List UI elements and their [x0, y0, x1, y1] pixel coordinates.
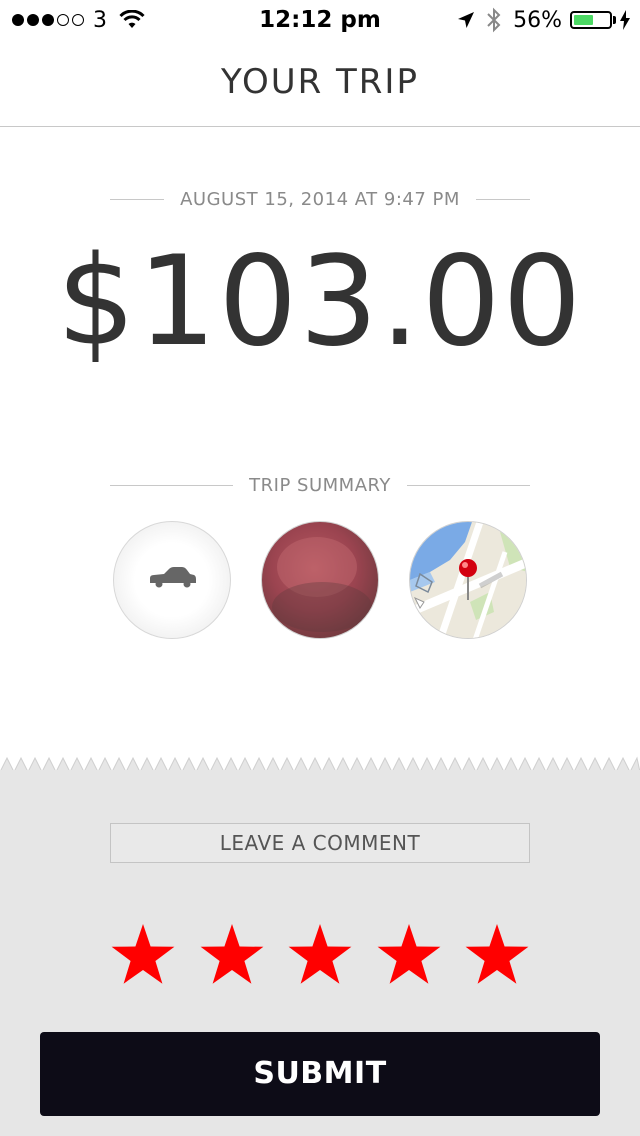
submit-button[interactable]: SUBMIT	[40, 1032, 600, 1116]
receipt-tear-edge	[0, 756, 640, 772]
divider-line	[475, 198, 531, 200]
divider-line	[406, 484, 530, 486]
location-arrow-icon	[458, 12, 475, 28]
star-4-icon[interactable]	[376, 922, 442, 988]
status-right-group: 56%	[457, 6, 630, 34]
star-5-icon[interactable]	[464, 922, 530, 988]
trip-date-row: AUGUST 15, 2014 AT 9:47 PM	[110, 184, 531, 214]
map-pin-icon	[459, 559, 477, 577]
divider-line	[110, 198, 165, 200]
fare-amount: $103.00	[56, 230, 584, 374]
battery-nub	[613, 16, 616, 24]
trip-summary-label: TRIP SUMMARY	[249, 474, 391, 496]
bluetooth-icon	[487, 7, 501, 33]
star-rating[interactable]	[110, 922, 530, 988]
status-bar: 3 12:12 pm 56%	[0, 0, 640, 40]
leave-comment-button[interactable]: LEAVE A COMMENT	[110, 823, 530, 863]
star-2-icon[interactable]	[199, 922, 265, 988]
battery-icon	[570, 11, 612, 29]
route-map-thumbnail	[410, 522, 526, 638]
battery-fill	[574, 15, 594, 25]
trip-summary-row: TRIP SUMMARY	[110, 470, 530, 500]
car-icon	[150, 567, 196, 588]
star-3-icon[interactable]	[287, 922, 353, 988]
star-1-icon[interactable]	[110, 922, 176, 988]
driver-photo	[272, 537, 372, 632]
battery-percent: 56%	[513, 7, 562, 33]
route-map-button[interactable]	[409, 521, 527, 639]
page-title: YOUR TRIP	[221, 62, 419, 102]
driver-photo-button[interactable]	[261, 521, 379, 639]
trip-datetime: AUGUST 15, 2014 AT 9:47 PM	[180, 188, 460, 210]
divider-line	[110, 484, 234, 486]
nav-header: YOUR TRIP	[0, 40, 640, 127]
vehicle-summary-button[interactable]	[113, 521, 231, 639]
charging-bolt-icon	[620, 10, 630, 30]
